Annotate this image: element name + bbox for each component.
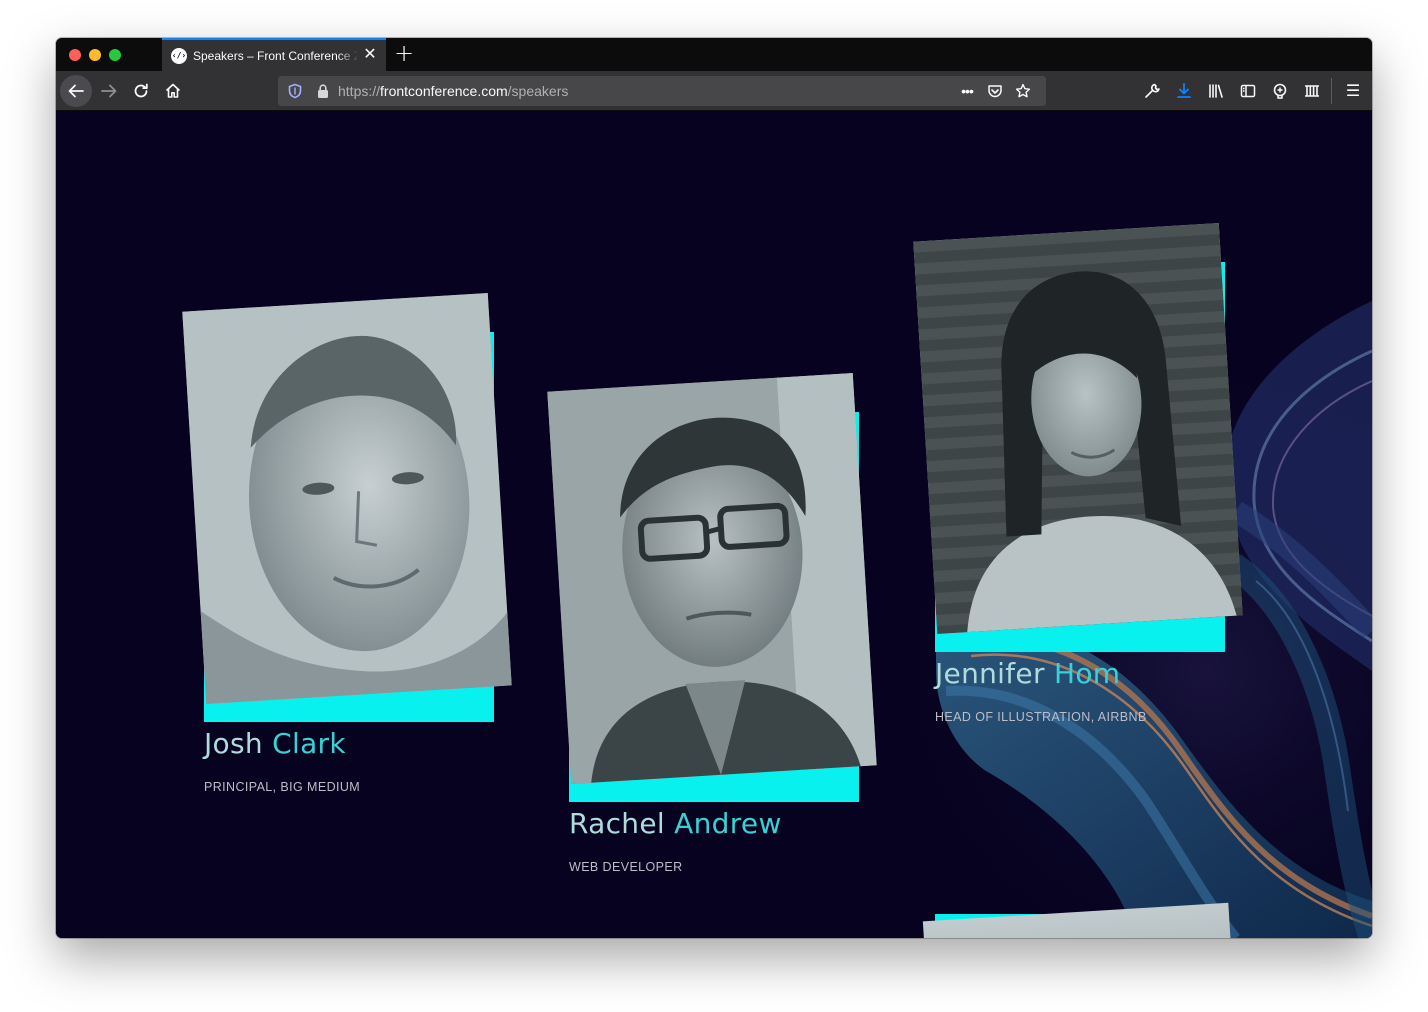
window-minimize-button[interactable] (89, 49, 101, 61)
window-close-button[interactable] (69, 49, 81, 61)
tab-title-fade (337, 40, 359, 71)
new-tab-button[interactable]: + (392, 41, 416, 66)
speaker-last-name: Hom (1053, 657, 1121, 690)
page-actions-menu-icon[interactable]: ••• (956, 80, 978, 102)
speaker-first-name: Josh (204, 727, 263, 760)
back-button[interactable] (60, 75, 92, 107)
speaker-photo[interactable] (182, 293, 512, 722)
speaker-portrait (913, 223, 1243, 634)
download-icon[interactable] (1168, 75, 1200, 107)
favicon-icon: ‹/› (171, 48, 187, 64)
window-zoom-button[interactable] (109, 49, 121, 61)
speaker-role: HEAD OF ILLUSTRATION, AIRBNB (935, 710, 1147, 724)
speaker-portrait (922, 902, 1234, 938)
pocket-icon[interactable] (984, 80, 1006, 102)
speaker-photo[interactable] (919, 902, 1241, 938)
shield-icon[interactable] (287, 83, 303, 99)
library-icon[interactable] (1200, 75, 1232, 107)
bookmark-star-icon[interactable] (1012, 80, 1034, 102)
speaker-photo[interactable] (913, 223, 1243, 652)
toolbar-divider (1331, 78, 1332, 104)
speaker-role: WEB DEVELOPER (569, 860, 683, 874)
url-scheme: https:// (338, 83, 381, 99)
url-path: /speakers (507, 83, 569, 99)
url-text[interactable]: https://frontconference.com/speakers (338, 83, 568, 99)
speaker-name[interactable]: Josh Clark (204, 727, 346, 761)
nav-toolbar: https://frontconference.com/speakers ••• (56, 71, 1372, 111)
tab-close-icon[interactable]: ✕ (362, 47, 378, 63)
home-button[interactable] (157, 75, 189, 107)
arrow-right-icon (101, 84, 117, 98)
extension-icon[interactable] (1264, 75, 1296, 107)
container-icon[interactable] (1296, 75, 1328, 107)
speaker-first-name: Rachel (569, 807, 665, 840)
tab-speakers[interactable]: ‹/› Speakers – Front Conference Zürich ✕ (162, 38, 386, 71)
browser-window: ‹/› Speakers – Front Conference Zürich ✕… (56, 38, 1372, 938)
sidebar-icon[interactable] (1232, 75, 1264, 107)
speaker-last-name: Clark (272, 727, 346, 760)
speaker-first-name: Jennifer (935, 657, 1045, 690)
speaker-last-name: Andrew (674, 807, 782, 840)
speaker-name[interactable]: Jennifer Hom (935, 657, 1120, 691)
speaker-photo[interactable] (547, 373, 877, 802)
url-host: frontconference.com (380, 83, 508, 99)
speaker-role: PRINCIPAL, BIG MEDIUM (204, 780, 361, 794)
arrow-left-icon (68, 84, 84, 98)
hamburger-menu-icon[interactable]: ☰ (1337, 75, 1369, 107)
address-bar[interactable]: https://frontconference.com/speakers ••• (278, 76, 1046, 106)
tab-title: Speakers – Front Conference Zürich (193, 49, 357, 63)
speaker-portrait (547, 373, 877, 784)
page-content: Josh Clark PRINCIPAL, BIG MEDIUM Rachel … (56, 111, 1372, 938)
wrench-icon[interactable] (1136, 75, 1168, 107)
reload-icon (134, 83, 148, 98)
lock-icon[interactable] (316, 83, 330, 99)
forward-button[interactable] (93, 75, 125, 107)
reload-button[interactable] (125, 75, 157, 107)
speaker-portrait (182, 293, 512, 704)
tab-strip: ‹/› Speakers – Front Conference Zürich ✕… (56, 38, 1372, 71)
speaker-name[interactable]: Rachel Andrew (569, 807, 782, 841)
home-icon (165, 83, 181, 98)
